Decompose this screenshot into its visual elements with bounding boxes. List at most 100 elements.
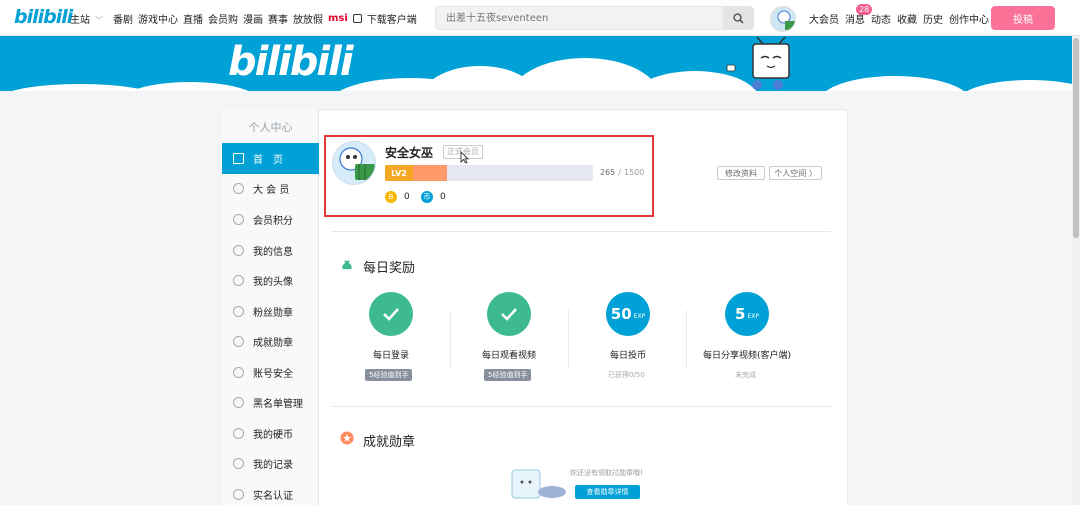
message-count-badge: 28: [856, 4, 873, 15]
scrollbar[interactable]: [1072, 36, 1080, 505]
nav-link-live[interactable]: 直播: [183, 11, 203, 26]
header-banner: bilibili: [0, 36, 1080, 91]
cloud-decoration: [960, 80, 1080, 91]
view-medal-details-button[interactable]: 查看勋章详情: [575, 485, 640, 499]
cloud-decoration: [630, 71, 760, 91]
creator-center-link[interactable]: 创作中心: [949, 11, 989, 26]
edit-profile-button[interactable]: 修改资料: [717, 166, 765, 180]
user-links: 大会员 消息 动态 收藏 历史 创作中心: [809, 0, 995, 36]
task-label: 每日分享视频(客户端): [702, 351, 792, 361]
coin-icon: 币: [421, 191, 433, 203]
sidebar-item-security[interactable]: 账号安全: [222, 357, 319, 388]
search-input[interactable]: [436, 7, 724, 29]
nav-link-shop[interactable]: 会员购: [208, 11, 238, 26]
nav-links: 主站 ﹀ 番剧 游戏中心 直播 会员购 漫画 赛事 放放假 msi 下载客户端: [70, 0, 427, 36]
search-box: [435, 6, 754, 30]
task-daily-login: 每日登录 5经验值到手: [331, 292, 451, 381]
sidebar-item-blacklist[interactable]: 黑名单管理: [222, 387, 319, 418]
task-label: 每日观看视频: [481, 351, 536, 361]
cloud-decoration: [0, 84, 160, 91]
fan-medal-icon: [233, 306, 244, 317]
task-status: 未完成: [735, 371, 756, 379]
history-link[interactable]: 历史: [923, 11, 943, 26]
tv-mascot-icon: [752, 36, 790, 90]
scrollbar-thumb[interactable]: [1073, 38, 1079, 238]
banner-logo: bilibili: [228, 39, 354, 85]
sidebar-item-fan-medal[interactable]: 粉丝勋章: [222, 296, 319, 327]
coin-count: 0: [440, 192, 446, 202]
divider: [331, 406, 831, 407]
divider: [331, 231, 831, 232]
medal-icon: [340, 431, 354, 445]
task-status: 5经验值到手: [484, 369, 532, 381]
favorites-link[interactable]: 收藏: [897, 11, 917, 26]
task-daily-coin: 50 EXP 每日投币 已获得0/50: [568, 292, 688, 379]
task-daily-watch: 每日观看视频 5经验值到手: [449, 292, 569, 381]
records-icon: [233, 458, 244, 469]
task-status: 已获得0/50: [608, 371, 645, 379]
exp-readout: 265/1500: [600, 168, 645, 177]
chevron-down-icon: ﹀: [95, 15, 103, 25]
sidebar-item-coins[interactable]: 我的硬币: [222, 418, 319, 449]
block-user-icon: [233, 397, 244, 408]
vip-icon: [233, 183, 244, 194]
points-icon: [233, 214, 244, 225]
profile-avatar[interactable]: [332, 141, 376, 185]
sidebar-title: 个人中心: [248, 121, 293, 134]
task-daily-share: 5 EXP 每日分享视频(客户端) 未完成: [687, 292, 807, 379]
vip-link[interactable]: 大会员: [809, 11, 839, 26]
exp-badge-icon: 50 EXP: [606, 292, 650, 336]
home-icon: [233, 153, 244, 164]
sidebar-item-achievement[interactable]: 成就勋章: [222, 326, 319, 357]
sidebar-item-points[interactable]: 会员积分: [222, 204, 319, 235]
id-card-icon: [233, 489, 244, 500]
download-client-link[interactable]: 下载客户端: [352, 11, 422, 26]
check-icon: [369, 292, 413, 336]
level-progress-bar: LV2: [385, 165, 593, 181]
check-icon: [487, 292, 531, 336]
personal-space-button[interactable]: 个人空间 〉: [769, 166, 822, 180]
small-tv-icon: [726, 64, 736, 72]
b-coin-icon: B: [385, 191, 397, 203]
sidebar-item-records[interactable]: 我的记录: [222, 448, 319, 479]
sidebar-item-info[interactable]: 我的信息: [222, 235, 319, 266]
achievement-icon: [233, 336, 244, 347]
upload-button[interactable]: 投稿: [991, 6, 1055, 30]
bilibili-logo[interactable]: bilibili: [14, 6, 73, 28]
level-badge: LV2: [385, 165, 413, 181]
top-nav: bilibili 主站 ﹀ 番剧 游戏中心 直播 会员购 漫画 赛事 放放假 ms…: [0, 0, 1080, 36]
search-button[interactable]: [723, 7, 753, 29]
daily-rewards-title: 每日奖励: [363, 261, 416, 276]
money-bag-icon: [342, 260, 352, 270]
cloud-decoration: [820, 76, 970, 91]
empty-medal-message: 你还没有领取过勋章哦!: [570, 469, 643, 477]
sidebar-item-vip[interactable]: 大 会 员: [222, 173, 319, 204]
user-icon: [233, 245, 244, 256]
nav-link-main[interactable]: 主站 ﹀: [70, 11, 108, 26]
task-label: 每日投币: [609, 351, 646, 361]
nav-link-manga[interactable]: 漫画: [243, 11, 263, 26]
exp-badge-icon: 5 EXP: [725, 292, 769, 336]
b-coin-count: 0: [404, 192, 410, 202]
sidebar-item-home[interactable]: 首 页: [222, 143, 319, 174]
shield-icon: [233, 367, 244, 378]
user-avatar[interactable]: [770, 6, 796, 32]
task-label: 每日登录: [372, 351, 409, 361]
download-icon: [352, 13, 362, 23]
nav-link-game[interactable]: 游戏中心: [138, 11, 178, 26]
nav-link-holiday[interactable]: 放放假: [293, 11, 323, 26]
nav-link-match[interactable]: 赛事: [268, 11, 288, 26]
sidebar-item-avatar[interactable]: 我的头像: [222, 265, 319, 296]
search-icon: [732, 12, 743, 23]
sidebar-item-realname[interactable]: 实名认证: [222, 479, 319, 505]
mouse-cursor-icon: [460, 151, 469, 164]
dynamics-link[interactable]: 动态: [871, 11, 891, 26]
nav-link-anime[interactable]: 番剧: [113, 11, 133, 26]
sidebar: 个人中心 首 页 大 会 员 会员积分 我的信息 我的头像 粉丝勋章 成就勋章 …: [222, 109, 319, 505]
profile-username: 安全女巫: [385, 146, 434, 160]
avatar-icon: [233, 275, 244, 286]
achievement-title: 成就勋章: [363, 435, 416, 450]
task-status: 5经验值到手: [365, 369, 413, 381]
msi-logo-link[interactable]: msi: [328, 13, 348, 24]
empty-mascot-icon: [511, 469, 566, 499]
